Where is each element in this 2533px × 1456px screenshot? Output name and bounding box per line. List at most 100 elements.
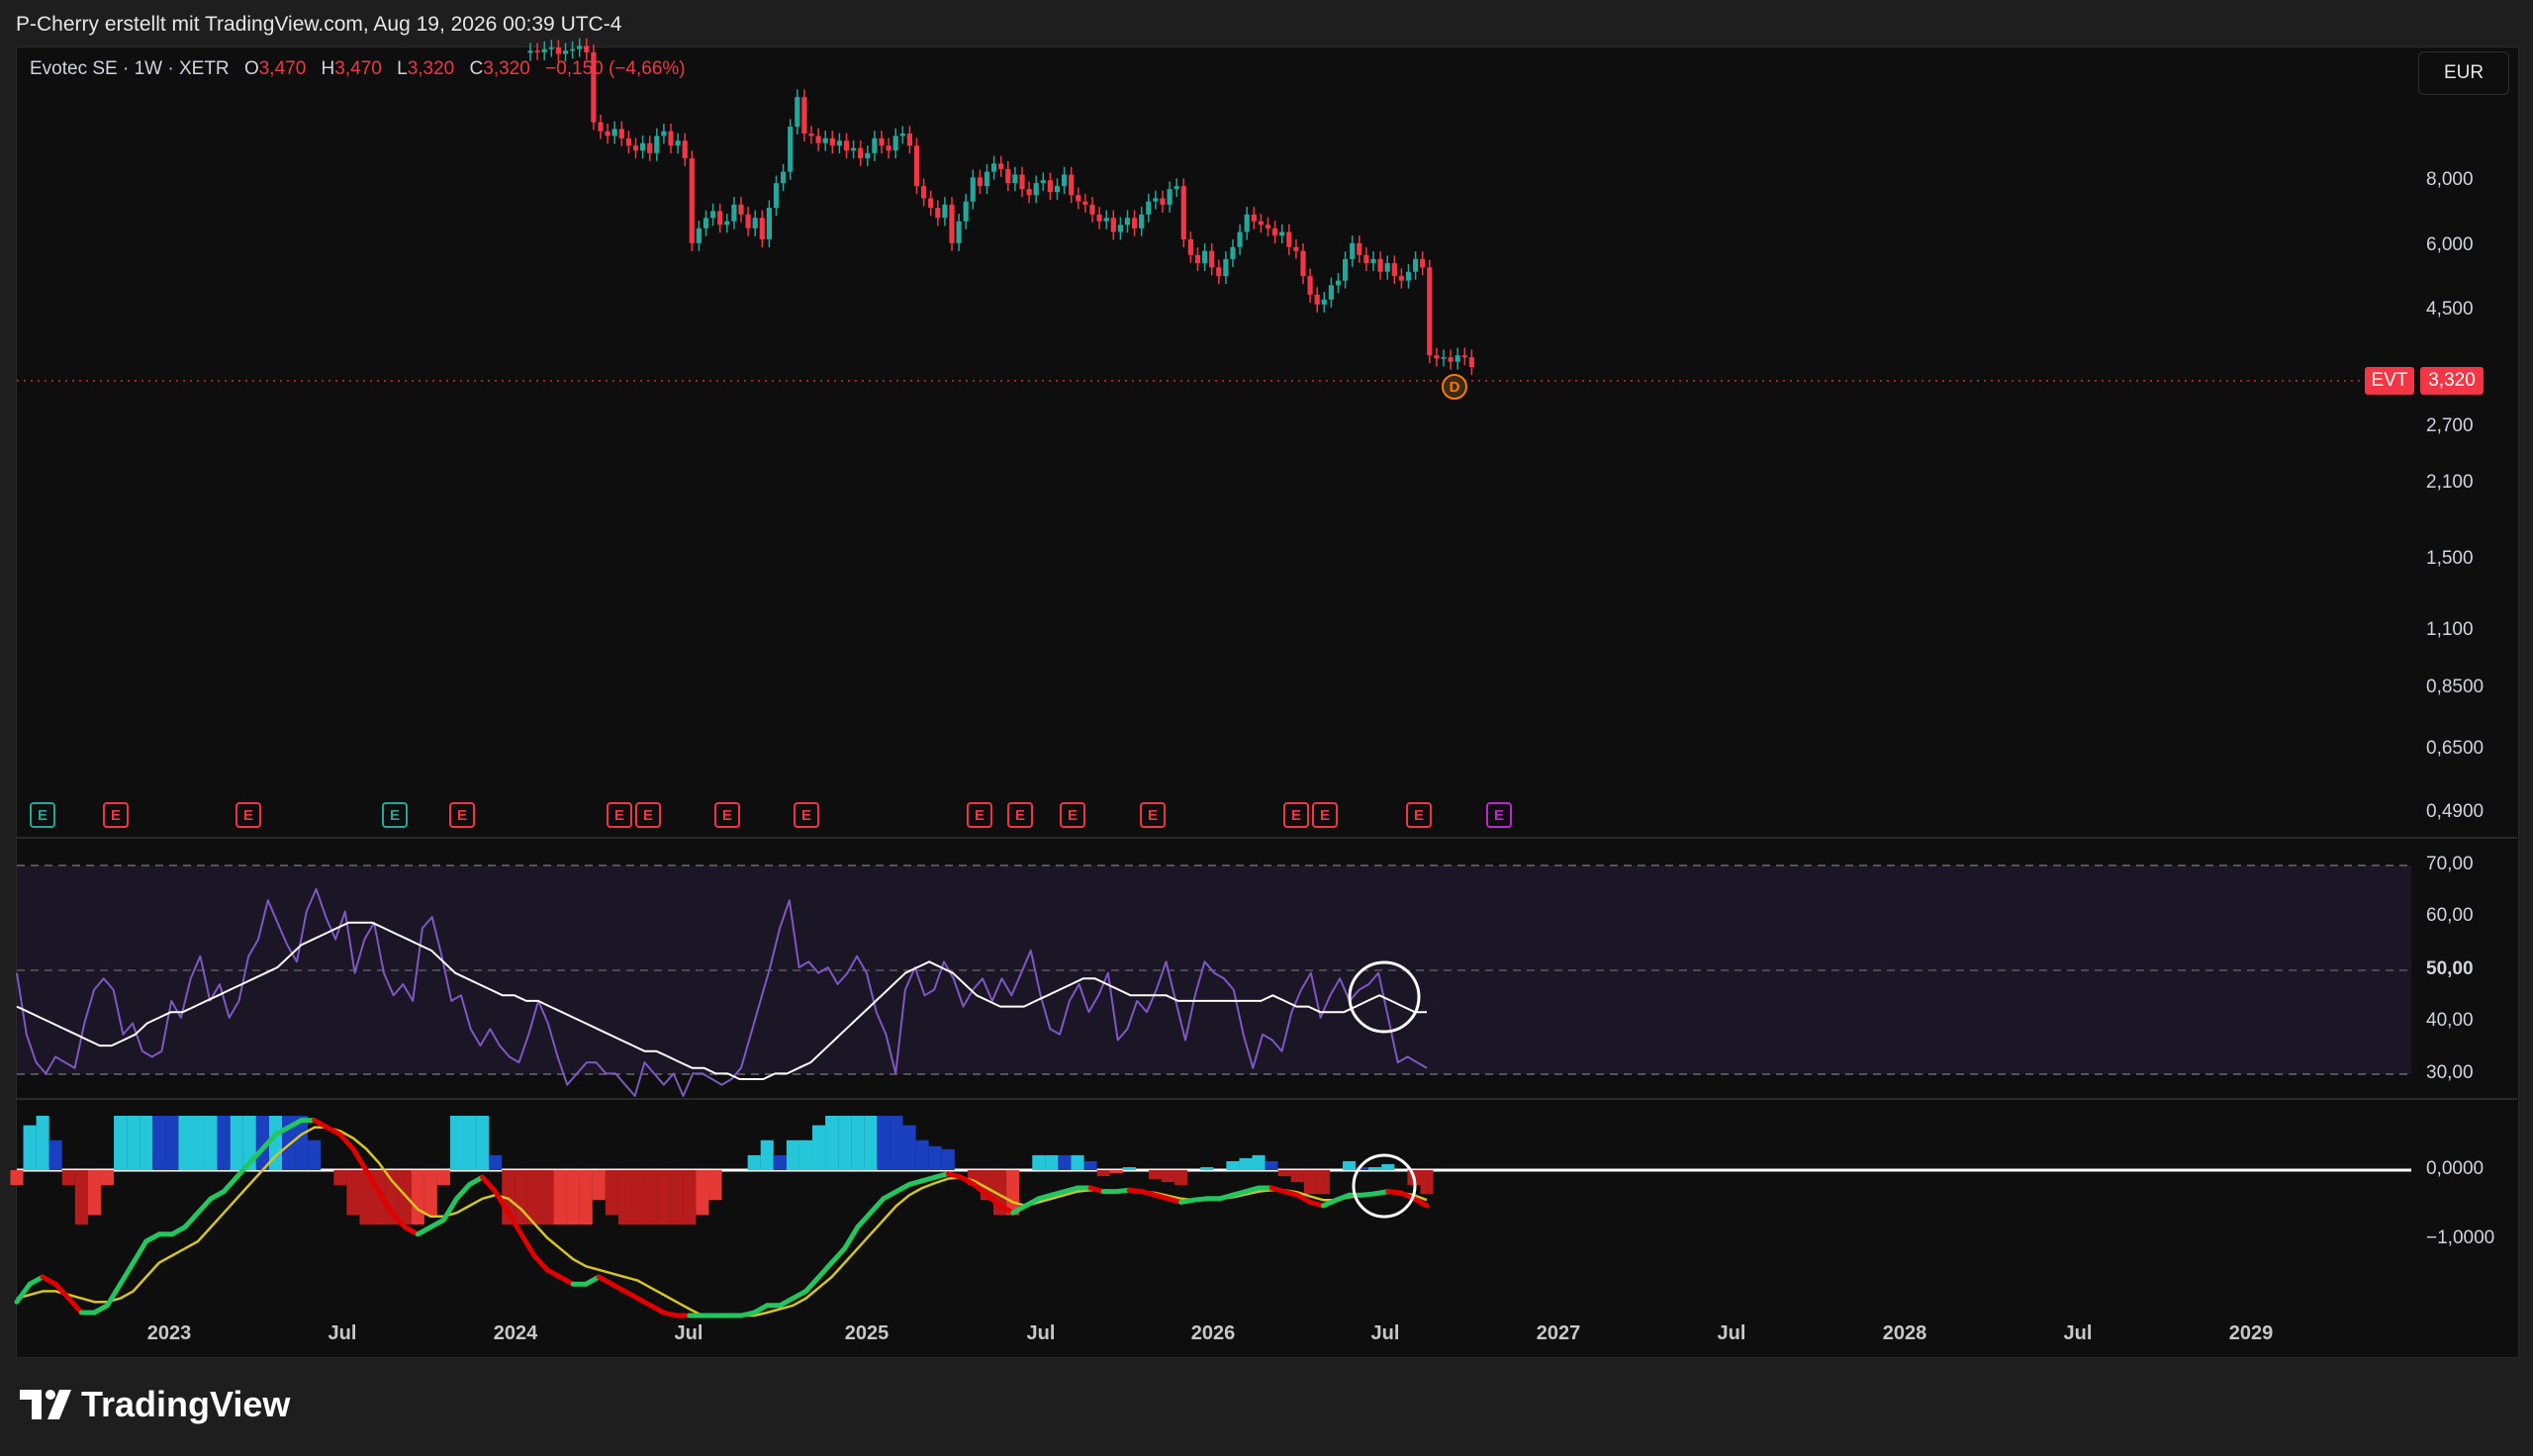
time-axis-label: Jul xyxy=(1026,1322,1056,1344)
candle-body xyxy=(942,204,948,219)
candle-body xyxy=(1005,168,1011,184)
earnings-marker[interactable]: E xyxy=(1406,802,1432,828)
earnings-marker[interactable]: E xyxy=(635,802,661,828)
macd-histogram-bar xyxy=(579,1170,593,1225)
candle-body xyxy=(731,204,737,222)
macd-histogram-bar xyxy=(489,1154,503,1170)
earnings-marker[interactable]: E xyxy=(714,802,740,828)
macd-histogram-bar xyxy=(1343,1160,1357,1170)
price-axis-label: 2,100 xyxy=(2426,472,2474,493)
macd-histogram-bar xyxy=(1109,1170,1123,1174)
macd-histogram-bar xyxy=(657,1170,671,1225)
macd-histogram-bar xyxy=(398,1170,412,1225)
candle-body xyxy=(548,47,554,49)
candle-body xyxy=(1391,263,1397,277)
earnings-marker[interactable]: E xyxy=(607,802,632,828)
candle-body xyxy=(1258,221,1264,226)
macd-histogram-bar xyxy=(423,1170,437,1216)
chart-canvas[interactable] xyxy=(0,0,2533,1456)
candle-body xyxy=(640,142,646,151)
earnings-marker[interactable]: E xyxy=(30,802,55,828)
open-value: 3,470 xyxy=(258,58,307,79)
macd-histogram-bar xyxy=(877,1116,891,1170)
candle-body xyxy=(1314,294,1320,305)
earnings-marker[interactable]: E xyxy=(103,802,129,828)
macd-histogram-bar xyxy=(1083,1160,1097,1170)
candle-body xyxy=(710,211,716,219)
macd-pane xyxy=(10,1116,1434,1319)
earnings-marker[interactable]: E xyxy=(1486,802,1512,828)
candle-body xyxy=(892,136,898,151)
candle-body xyxy=(1461,355,1467,358)
candle-body xyxy=(865,152,871,159)
candle-body xyxy=(1187,239,1193,255)
earnings-marker[interactable]: E xyxy=(1283,802,1309,828)
brand-name: TradingView xyxy=(81,1384,291,1424)
macd-histogram-bar xyxy=(1265,1160,1278,1170)
candle-body xyxy=(1343,258,1349,281)
candle-body xyxy=(1012,174,1018,184)
candle-body xyxy=(527,50,533,53)
candle-body xyxy=(752,218,758,228)
candle-body xyxy=(1054,186,1061,193)
earnings-marker[interactable]: E xyxy=(1140,802,1166,828)
tradingview-logo[interactable]: TradingView xyxy=(20,1384,290,1425)
earnings-marker[interactable]: E xyxy=(449,802,475,828)
macd-histogram-bar xyxy=(165,1116,179,1170)
time-axis-label: 2028 xyxy=(1882,1322,1927,1344)
macd-histogram-bar xyxy=(592,1170,606,1201)
close-label: C xyxy=(469,58,484,79)
rsi-axis-label: 30,00 xyxy=(2426,1062,2474,1083)
candle-body xyxy=(781,171,787,184)
candle-body xyxy=(632,145,639,151)
candle-body xyxy=(872,137,878,153)
candle-body xyxy=(1173,186,1179,190)
candle-body xyxy=(1153,198,1159,202)
macd-histogram-bar xyxy=(1032,1154,1046,1170)
candle-body xyxy=(766,208,772,240)
dividend-marker[interactable]: D xyxy=(1442,374,1467,400)
earnings-marker[interactable]: E xyxy=(967,802,992,828)
candle-body xyxy=(836,140,842,146)
earnings-marker[interactable]: E xyxy=(1312,802,1338,828)
macd-histogram-bar xyxy=(191,1116,205,1170)
macd-histogram-bar xyxy=(1277,1170,1291,1177)
candle-body xyxy=(605,131,610,136)
time-axis-label: Jul xyxy=(674,1322,704,1344)
candle-body xyxy=(1069,174,1075,196)
candle-body xyxy=(879,137,885,146)
earnings-marker[interactable]: E xyxy=(382,802,408,828)
earnings-marker[interactable]: E xyxy=(235,802,261,828)
price-axis-label: 1,500 xyxy=(2426,548,2474,569)
macd-histogram-bar xyxy=(1420,1170,1434,1195)
earnings-marker[interactable]: E xyxy=(1060,802,1085,828)
candle-body xyxy=(1047,180,1053,193)
candle-body xyxy=(1468,357,1474,368)
candle-body xyxy=(1405,271,1412,281)
candle-body xyxy=(949,204,955,243)
candle-body xyxy=(808,134,814,136)
candle-body xyxy=(1427,267,1433,356)
macd-histogram-bar xyxy=(333,1170,347,1186)
earnings-marker[interactable]: E xyxy=(1007,802,1033,828)
candle-body xyxy=(1286,231,1292,247)
candle-body xyxy=(1293,246,1299,251)
macd-line-segment xyxy=(105,1281,124,1309)
candle-body xyxy=(745,214,751,228)
candle-body xyxy=(570,48,576,51)
pane-separator-rsi[interactable] xyxy=(16,837,2517,839)
candle-body xyxy=(1076,195,1081,202)
macd-histogram-bar xyxy=(941,1148,955,1170)
candle-body xyxy=(562,50,569,54)
pane-separator-macd[interactable] xyxy=(16,1098,2517,1100)
time-axis-label: 2024 xyxy=(493,1322,538,1344)
candle-body xyxy=(654,136,660,153)
candle-body xyxy=(703,218,709,228)
earnings-marker[interactable]: E xyxy=(794,802,819,828)
candle-body xyxy=(1082,201,1088,205)
candle-body xyxy=(998,163,1004,169)
macd-histogram-bar xyxy=(864,1116,878,1170)
currency-button[interactable]: EUR xyxy=(2418,51,2509,95)
macd-histogram-bar xyxy=(1303,1170,1317,1195)
symbol-title[interactable]: Evotec SE · 1W · XETR xyxy=(30,58,230,79)
